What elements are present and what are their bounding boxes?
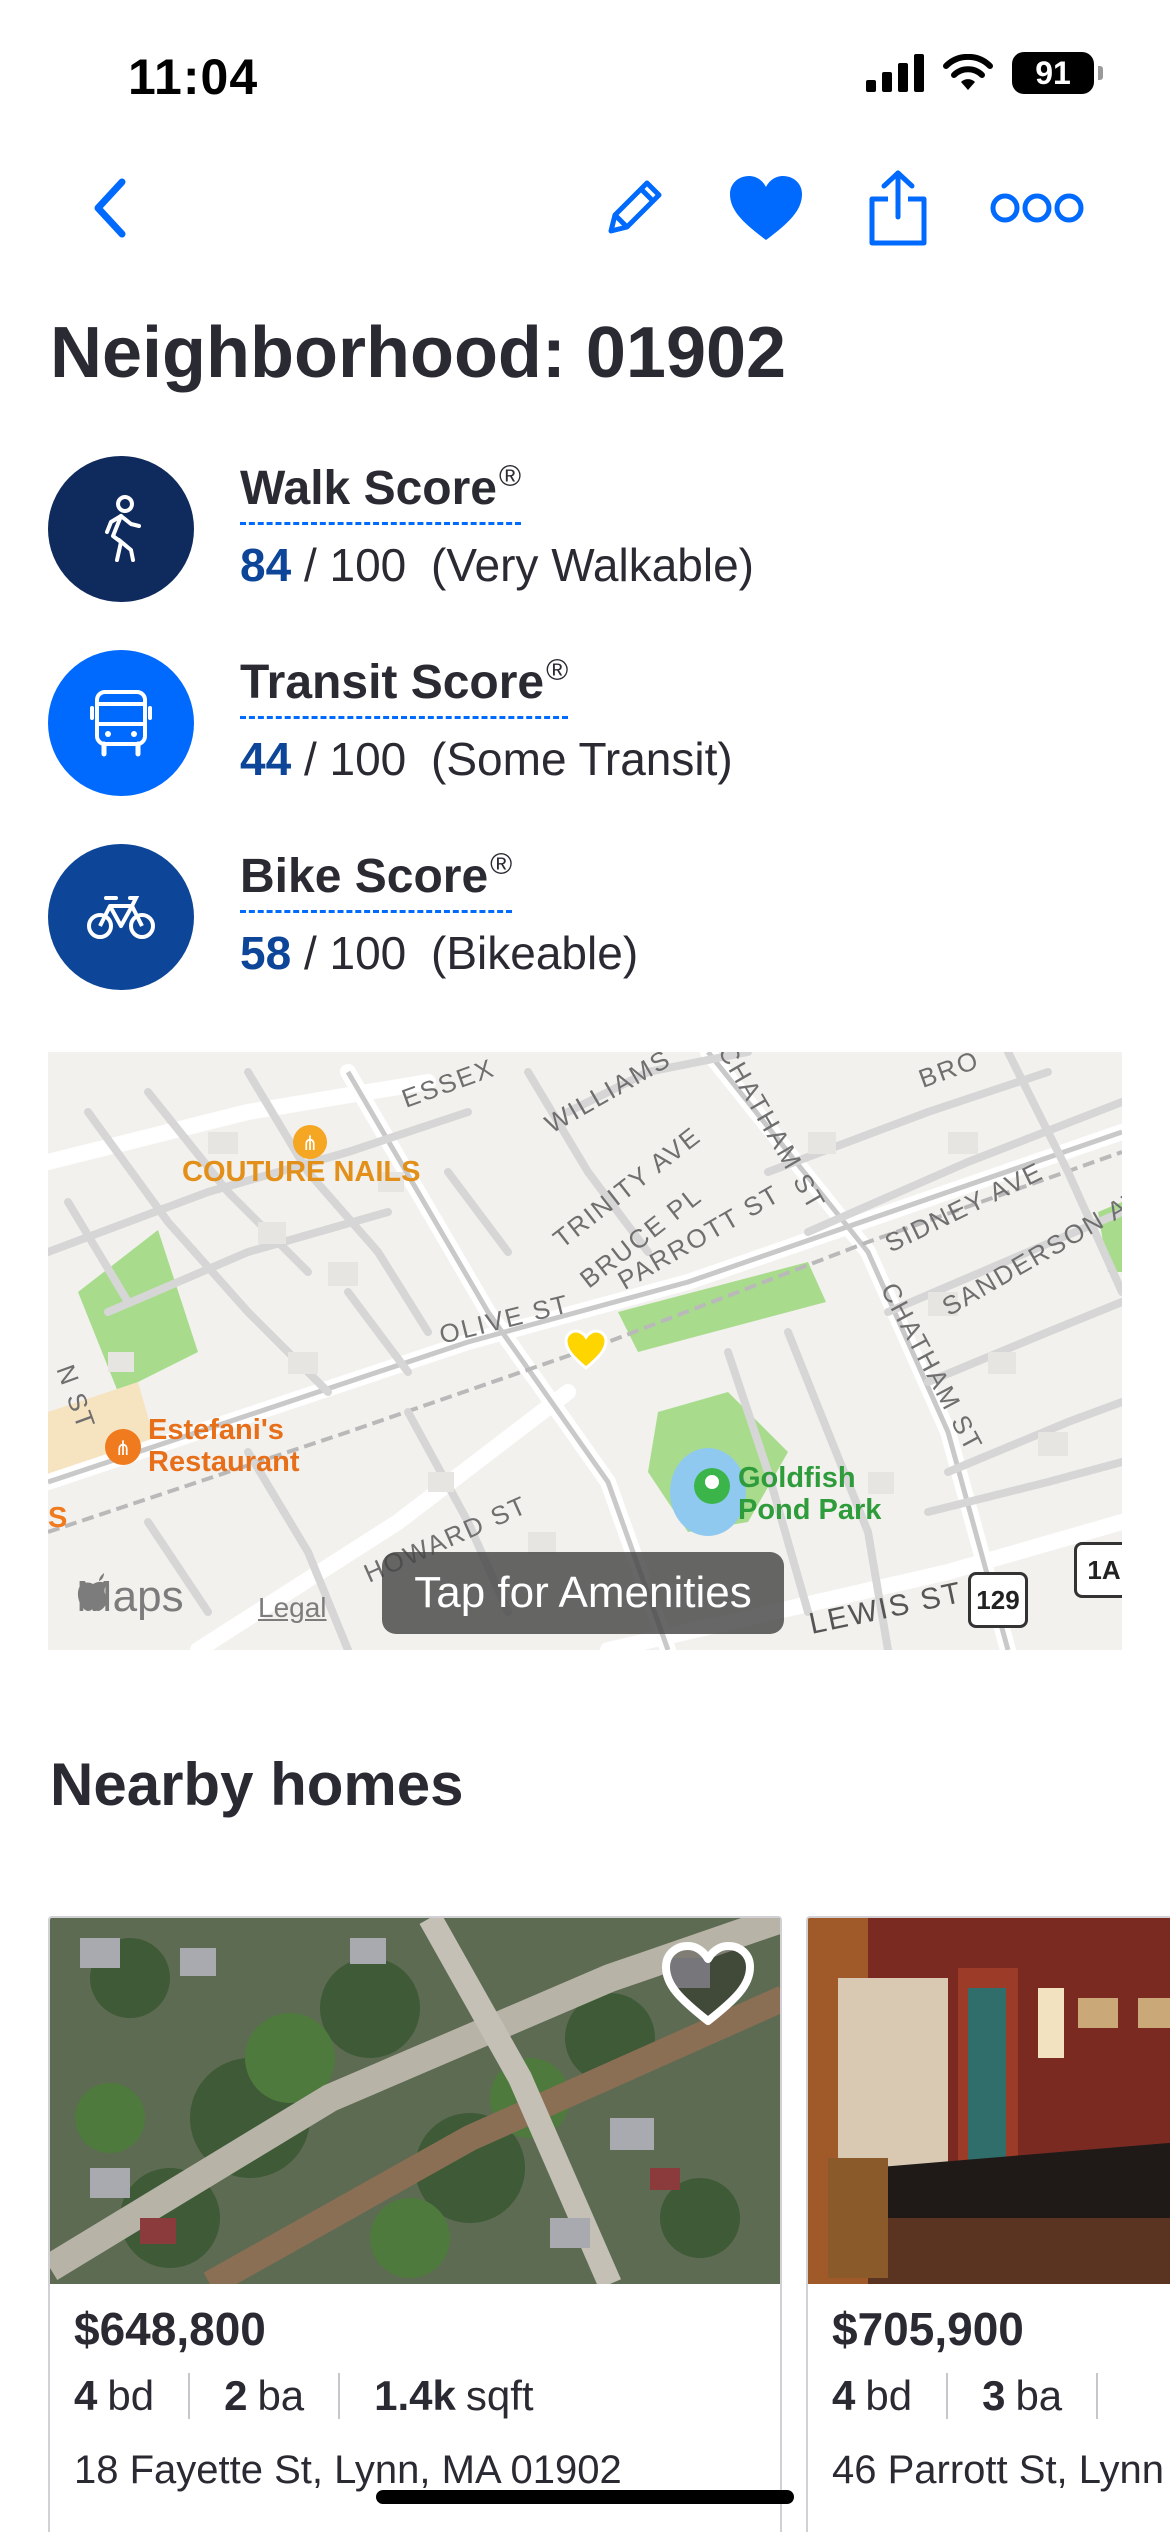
save-home-button[interactable] [656, 1936, 760, 2032]
home-indicator[interactable] [376, 2490, 794, 2504]
facts-divider [188, 2373, 191, 2419]
transit-score-description: (Some Transit) [431, 733, 733, 785]
share-button[interactable] [850, 160, 946, 256]
tap-for-amenities-button[interactable]: Tap for Amenities [382, 1552, 784, 1634]
nav-bar [0, 160, 1170, 256]
page-title: Neighborhood: 01902 [50, 313, 787, 393]
svg-text:⋔: ⋔ [115, 1436, 132, 1460]
status-time: 11:04 [128, 49, 259, 105]
neighborhood-map[interactable]: ⋔ ⋔ ESSEX WILLIAMS CHATHAM ST BRO TRINIT… [48, 1052, 1122, 1650]
baths-count: 2 [224, 2372, 248, 2419]
apple-logo-icon [77, 1573, 109, 1611]
walk-score-value-line: 84 / 100 (Very Walkable) [240, 538, 754, 592]
maps-brand: Maps [76, 1572, 184, 1621]
transit-score-value: 44 [240, 733, 292, 785]
poi-label-partial: S [48, 1502, 68, 1534]
bike-score-value: 58 [240, 927, 292, 979]
pencil-icon [608, 180, 662, 234]
back-chevron-icon [94, 178, 126, 238]
walk-score-value: 84 [240, 539, 292, 591]
home-card[interactable]: $705,900 4 bd 3 ba 46 Parrott St, Lynn [806, 1916, 1170, 2532]
share-icon [869, 170, 927, 246]
more-button[interactable] [982, 160, 1092, 256]
bike-score-link[interactable]: Bike Score® [240, 848, 513, 913]
beds-count: 4 [74, 2372, 98, 2419]
facts-divider [946, 2373, 949, 2419]
facts-divider [338, 2373, 341, 2419]
status-icons: 91 [866, 52, 1103, 94]
walk-score-link[interactable]: Walk Score® [240, 460, 522, 525]
baths-count: 3 [982, 2372, 1006, 2419]
bike-score-row: Bike Score® 58 / 100 (Bikeable) [48, 844, 1048, 990]
baths-unit: ba [1015, 2372, 1063, 2419]
bicycle-icon [87, 896, 155, 939]
walk-score-description: (Very Walkable) [431, 539, 754, 591]
walking-person-icon [105, 495, 141, 562]
walk-score-max: / 100 [303, 539, 407, 591]
route-shield-129: 129 [968, 1572, 1028, 1628]
bike-score-badge [48, 844, 194, 990]
home-facts: 4 bd 3 ba [832, 2372, 1132, 2420]
poi-couture-nails[interactable]: COUTURE NAILS [182, 1156, 420, 1188]
svg-text:⋔: ⋔ [302, 1131, 319, 1155]
home-price: $705,900 [832, 2303, 1024, 2355]
home-price: $648,800 [74, 2303, 266, 2355]
heart-icon [730, 176, 802, 240]
transit-score-badge [48, 650, 194, 796]
route-shield-1a: 1A [1074, 1542, 1122, 1598]
battery-indicator: 91 [1012, 52, 1103, 94]
home-photo-interior [808, 1918, 1170, 2284]
home-address: 18 Fayette St, Lynn, MA 01902 [74, 2448, 622, 2492]
beds-unit: bd [865, 2372, 913, 2419]
beds-count: 4 [832, 2372, 856, 2419]
sqft-value: 1.4k [374, 2372, 456, 2419]
bus-icon [90, 690, 152, 757]
edit-button[interactable] [586, 160, 682, 256]
sqft-unit: sqft [465, 2372, 534, 2419]
transit-score-link[interactable]: Transit Score® [240, 654, 569, 719]
facts-divider [1096, 2373, 1099, 2419]
transit-score-row: Transit Score® 44 / 100 (Some Transit) [48, 650, 1048, 796]
home-facts: 4 bd 2 ba 1.4k sqft [74, 2372, 534, 2420]
transit-score-value-line: 44 / 100 (Some Transit) [240, 732, 733, 786]
home-address: 46 Parrott St, Lynn [832, 2448, 1165, 2492]
cellular-signal-icon [866, 54, 924, 92]
baths-unit: ba [257, 2372, 305, 2419]
favorite-button[interactable] [718, 160, 814, 256]
poi-estefanis-restaurant[interactable]: Estefani's Restaurant [148, 1414, 300, 1478]
walk-score-badge [48, 456, 194, 602]
transit-score-max: / 100 [303, 733, 407, 785]
bike-score-value-line: 58 / 100 (Bikeable) [240, 926, 638, 980]
heart-outline-icon [662, 1942, 754, 2025]
beds-unit: bd [107, 2372, 155, 2419]
map-legal-link[interactable]: Legal [258, 1592, 327, 1624]
poi-goldfish-pond-park[interactable]: Goldfish Pond Park [738, 1462, 881, 1526]
home-card[interactable]: $648,800 4 bd 2 ba 1.4k sqft 18 Fayette St,… [48, 1916, 782, 2532]
wifi-icon [943, 54, 993, 90]
back-button[interactable] [62, 160, 158, 256]
status-bar: 11:04 91 [0, 0, 1170, 150]
bike-score-description: (Bikeable) [431, 927, 639, 979]
bike-score-max: / 100 [303, 927, 407, 979]
nearby-homes-title: Nearby homes [50, 1751, 464, 1818]
more-icon [990, 193, 1084, 223]
walk-score-row: Walk Score® 84 / 100 (Very Walkable) [48, 456, 1048, 602]
